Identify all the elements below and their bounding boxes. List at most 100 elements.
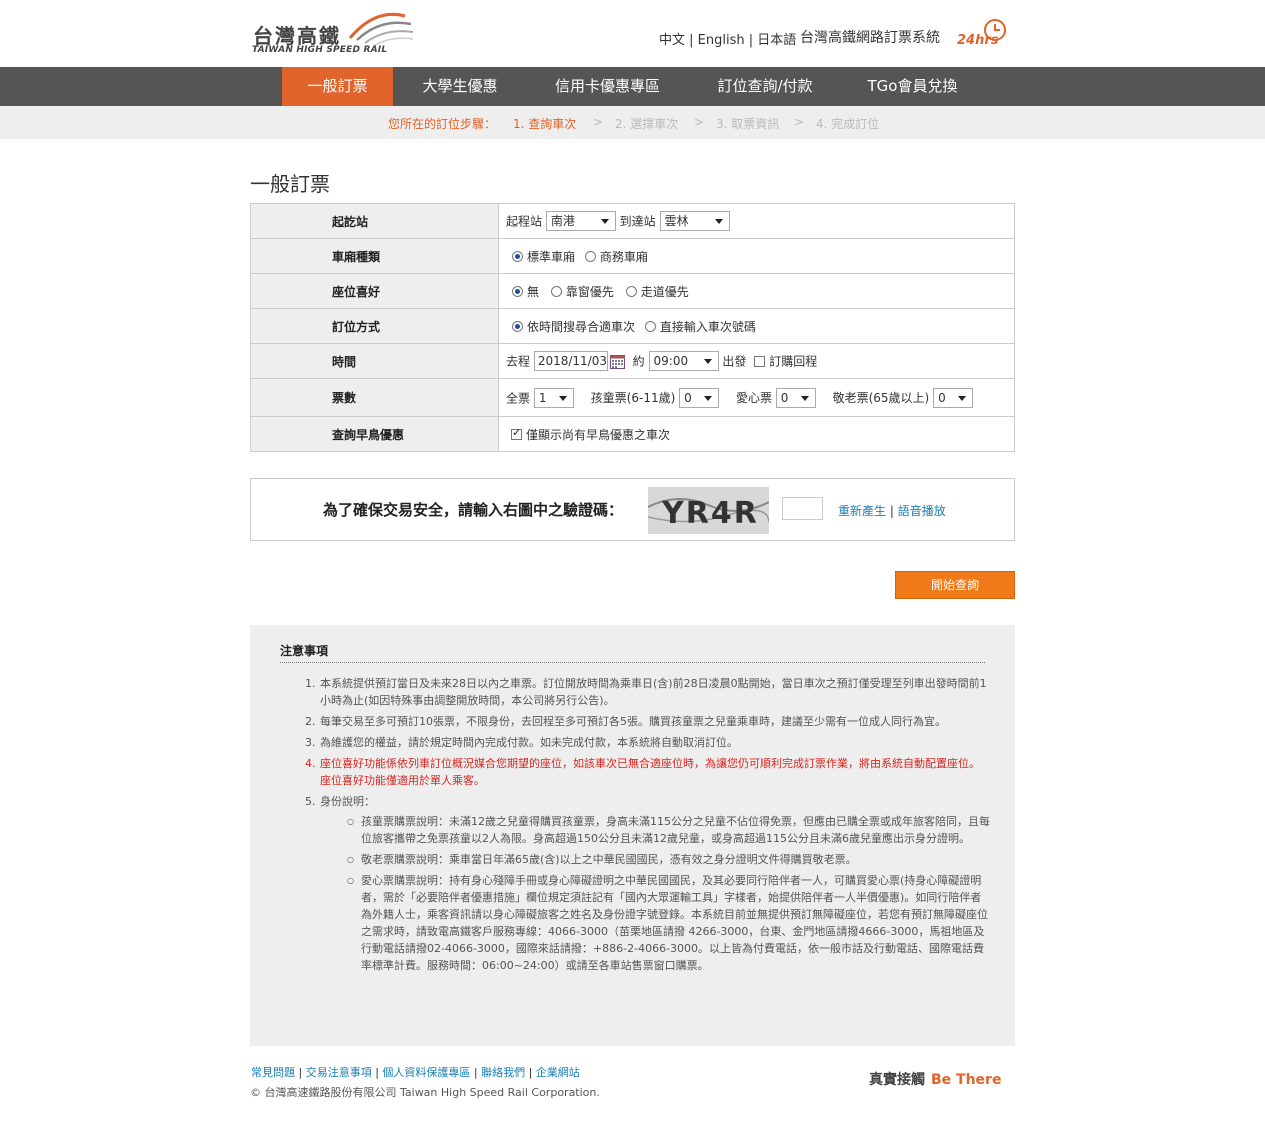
- calendar-icon[interactable]: [609, 354, 625, 369]
- senior-ticket-label: 敬老票(65歲以上): [832, 391, 930, 405]
- captcha-input[interactable]: [782, 497, 823, 520]
- identity-sublist: 孩童票購票說明：未滿12歲之兒童得購買孩童票，身高未滿115公分之兒童不佔位得免…: [320, 813, 990, 974]
- footer-transaction-notes-link[interactable]: 交易注意事項: [306, 1066, 372, 1079]
- sub-note-item: 愛心票購票說明：持有身心殘障手冊或身心障礙證明之中華民國國民，及其必要同行陪伴者…: [347, 872, 990, 974]
- note-item: 2. 每筆交易至多可預訂10張票，不限身份，去回程至多可預訂各5張。購買孩童票之兒…: [305, 715, 946, 728]
- nav-credit-card-offers[interactable]: 信用卡優惠專區: [540, 67, 675, 106]
- car-type-row-label: 車廂種類: [250, 238, 499, 274]
- row-booking-method: 訂位方式 依時間搜尋合適車次 直接輸入車次號碼: [250, 308, 1015, 344]
- adult-ticket-select[interactable]: 1: [533, 387, 574, 408]
- step-3-ticket-info: 3. 取票資訊: [716, 117, 780, 131]
- disabled-ticket-select[interactable]: 0: [775, 387, 816, 408]
- booking-form: 起訖站 起程站 南港 到達站 雲林 車廂種類 標準車廂 商務車廂 座位喜好 無 …: [250, 203, 1015, 452]
- nav-tgo-redeem[interactable]: TGo會員兌換: [850, 67, 975, 106]
- adult-ticket-label: 全票: [506, 391, 531, 405]
- footer-contact-link[interactable]: 聯絡我們: [481, 1066, 525, 1079]
- step-separator: >: [694, 115, 705, 129]
- row-time: 時間 去程 2018/11/03 約 09:00 出發 訂購回程: [250, 343, 1015, 379]
- row-car-type: 車廂種類 標準車廂 商務車廂: [250, 238, 1015, 274]
- notes-panel: 注意事項 1. 本系統提供預訂當日及未來28日以內之車票。訂位開放時間為乘車日(含…: [250, 625, 1015, 1046]
- row-seat-pref: 座位喜好 無 靠窗優先 走道優先: [250, 273, 1015, 309]
- step-2-select: 2. 選擇車次: [615, 117, 679, 131]
- early-bird-row-label: 查詢早鳥優惠: [250, 416, 499, 452]
- nav-student-discount[interactable]: 大學生優惠: [405, 67, 515, 106]
- approx-label: 約: [632, 354, 645, 369]
- row-stations: 起訖站 起程站 南港 到達站 雲林: [250, 203, 1015, 239]
- child-ticket-label: 孩童票(6-11歲): [590, 391, 676, 405]
- row-early-bird: 查詢早鳥優惠 僅顯示尚有早鳥優惠之車次: [250, 416, 1015, 452]
- hrs-badge-text: 24hrs: [957, 33, 999, 48]
- site-header: 台灣高鐵 TAIWAN HIGH SPEED RAIL 中文 | English…: [0, 0, 1265, 67]
- return-trip-checkbox[interactable]: [754, 355, 766, 367]
- main-nav: 一般訂票 大學生優惠 信用卡優惠專區 訂位查詢/付款 TGo會員兌換: [0, 67, 1265, 106]
- start-search-button[interactable]: 開始查詢: [895, 571, 1015, 599]
- disabled-ticket-label: 愛心票: [735, 391, 772, 405]
- 24hrs-badge-icon: 24hrs: [957, 19, 1006, 48]
- outbound-date-input[interactable]: 2018/11/03: [533, 351, 608, 371]
- audio-captcha-link[interactable]: 語音播放: [898, 504, 946, 518]
- method-by-train-no-radio[interactable]: [644, 320, 656, 332]
- logo-text-en: TAIWAN HIGH SPEED RAIL: [252, 45, 388, 55]
- lang-chinese-link[interactable]: 中文: [659, 33, 685, 48]
- footer-links: 常見問題 | 交易注意事項 | 個人資料保護專區 | 聯絡我們 | 企業網站: [251, 1066, 580, 1079]
- early-bird-checkbox[interactable]: [511, 426, 522, 440]
- slogan-en: Be There: [931, 1072, 1002, 1088]
- from-station-select[interactable]: 南港: [545, 211, 616, 231]
- lang-english-link[interactable]: English: [698, 33, 745, 48]
- seat-aisle-label: 走道優先: [640, 284, 689, 299]
- note-text: 座位喜好功能係依列車訂位概況媒合您期望的座位，如該車次已無合適座位時，為讓您仍可…: [320, 757, 980, 787]
- footer-corporate-link[interactable]: 企業網站: [536, 1066, 580, 1079]
- logo-swoosh-icon: [348, 12, 414, 47]
- captcha-image-text: YR4R: [661, 496, 759, 531]
- car-business-radio[interactable]: [584, 250, 596, 262]
- page-title: 一般訂票: [250, 172, 330, 196]
- footer-privacy-link[interactable]: 個人資料保護專區: [382, 1066, 470, 1079]
- early-bird-checkbox-label: 僅顯示尚有早鳥優惠之車次: [526, 427, 671, 442]
- slogan-cn: 真實接觸: [869, 1072, 925, 1088]
- step-separator: >: [794, 115, 805, 129]
- notes-title: 注意事項: [280, 642, 985, 663]
- footer-faq-link[interactable]: 常見問題: [251, 1066, 295, 1079]
- sub-note-item: 敬老票購票說明：乘車當日年滿65歲(含)以上之中華民國國民，憑有效之身分證明文件…: [347, 851, 990, 868]
- outbound-time-select[interactable]: 09:00: [648, 351, 719, 371]
- system-title: 台灣高鐵網路訂票系統: [800, 30, 940, 46]
- captcha-prompt: 為了確保交易安全，請輸入右圖中之驗證碼：: [323, 501, 624, 519]
- captcha-section: 為了確保交易安全，請輸入右圖中之驗證碼： YR4R 重新產生 | 語音播放: [250, 478, 1015, 541]
- seat-pref-row-label: 座位喜好: [250, 273, 499, 309]
- time-row-label: 時間: [250, 343, 499, 379]
- captcha-links: 重新產生 | 語音播放: [838, 504, 946, 518]
- car-standard-radio[interactable]: [512, 250, 523, 262]
- footer-copyright: © 台灣高速鐵路股份有限公司 Taiwan High Speed Rail Co…: [250, 1086, 600, 1099]
- to-station-select[interactable]: 雲林: [659, 211, 730, 231]
- child-ticket-select[interactable]: 0: [679, 387, 720, 408]
- row-tickets: 票數 全票 1 孩童票(6-11歲) 0 愛心票 0 敬老票(65歲以上) 0: [250, 378, 1015, 417]
- regenerate-captcha-link[interactable]: 重新產生: [838, 504, 886, 518]
- step-4-complete: 4. 完成訂位: [816, 117, 880, 131]
- nav-general-booking[interactable]: 一般訂票: [282, 67, 393, 106]
- note-text: 身份說明：: [320, 795, 375, 808]
- note-item: 1. 本系統提供預訂當日及未來28日以內之車票。訂位開放時間為乘車日(含)前28日…: [305, 677, 987, 707]
- seat-window-label: 靠窗優先: [565, 284, 614, 299]
- depart-label: 出發: [722, 354, 747, 369]
- lang-japanese-link[interactable]: 日本語: [757, 33, 796, 48]
- car-standard-label: 標準車廂: [527, 249, 576, 264]
- note-text: 本系統提供預訂當日及未來28日以內之車票。訂位開放時間為乘車日(含)前28日凌晨…: [320, 677, 987, 707]
- seat-aisle-radio[interactable]: [625, 285, 637, 297]
- booking-method-row-label: 訂位方式: [250, 308, 499, 344]
- footer-slogan: 真實接觸 Be There: [869, 1069, 1001, 1089]
- return-trip-label: 訂購回程: [769, 354, 818, 369]
- note-item: 5.身份說明： 孩童票購票說明：未滿12歲之兒童得購買孩童票，身高未滿115公分…: [305, 793, 990, 974]
- note-text: 為維護您的權益，請於規定時間內完成付款。如未完成付款，本系統將自動取消訂位。: [320, 736, 738, 749]
- language-switcher: 中文 | English | 日本語: [659, 33, 797, 48]
- station-row-label: 起訖站: [250, 203, 499, 239]
- seat-none-radio[interactable]: [512, 285, 523, 297]
- method-by-time-radio[interactable]: [512, 320, 523, 332]
- method-by-time-label: 依時間搜尋合適車次: [527, 319, 636, 334]
- notes-list: 1. 本系統提供預訂當日及未來28日以內之車票。訂位開放時間為乘車日(含)前28日…: [305, 675, 990, 978]
- steps-label: 您所在的訂位步驟：: [388, 117, 497, 131]
- nav-booking-query-payment[interactable]: 訂位查詢/付款: [700, 67, 830, 106]
- senior-ticket-select[interactable]: 0: [933, 387, 974, 408]
- seat-window-radio[interactable]: [550, 285, 562, 297]
- note-item: 3. 為維護您的權益，請於規定時間內完成付款。如未完成付款，本系統將自動取消訂位。: [305, 736, 738, 749]
- method-by-train-no-label: 直接輸入車次號碼: [659, 319, 756, 334]
